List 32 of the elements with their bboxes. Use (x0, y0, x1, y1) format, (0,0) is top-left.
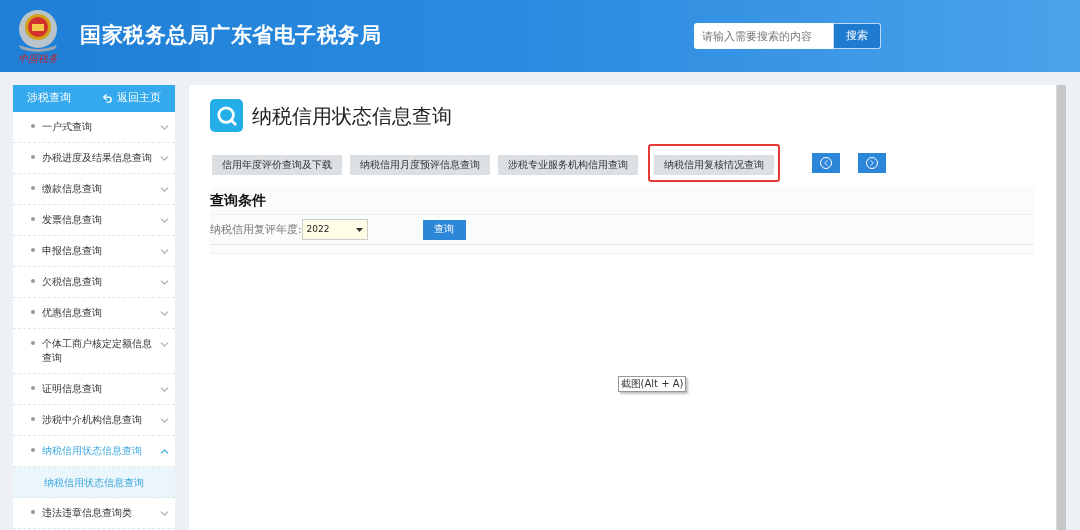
site-title: 国家税务总局广东省电子税务局 (80, 22, 382, 50)
sidebar-item[interactable]: 缴款信息查询 (13, 174, 175, 205)
next-button[interactable] (858, 153, 886, 173)
search-icon (210, 99, 243, 132)
sidebar-item[interactable]: 办税进度及结果信息查询 (13, 143, 175, 174)
sidebar-item[interactable]: 证明信息查询 (13, 374, 175, 405)
dropdown-caret-icon (355, 227, 363, 232)
sidebar-item[interactable]: 优惠信息查询 (13, 298, 175, 329)
sidebar-title: 涉税查询 (27, 90, 71, 107)
scrollbar[interactable] (1056, 85, 1066, 530)
tab[interactable]: 纳税信用月度预评信息查询 (350, 154, 490, 175)
query-button[interactable]: 查询 (422, 219, 466, 240)
page-title: 纳税信用状态信息查询 (252, 102, 452, 130)
sidebar-item[interactable]: 一户式查询 (13, 112, 175, 143)
year-dropdown[interactable]: 2022 (301, 219, 368, 240)
sidebar-item[interactable]: 个体工商户核定定额信息查询 (13, 329, 175, 374)
sidebar-item[interactable]: 申报信息查询 (13, 236, 175, 267)
section-title: 查询条件 (210, 190, 1034, 215)
tooltip: 截图(Alt + A) (617, 376, 687, 392)
tab[interactable]: 涉税专业服务机构信用查询 (498, 154, 638, 175)
logo-caption: 中国税务 (18, 52, 58, 64)
sidebar-item[interactable]: 发票信息查询 (13, 205, 175, 236)
tab[interactable]: 信用年度评价查询及下载 (212, 154, 342, 175)
field-label: 纳税信用复评年度: (210, 221, 302, 237)
search-button[interactable]: 搜索 (833, 23, 881, 49)
sidebar-item[interactable]: 涉税中介机构信息查询 (13, 405, 175, 436)
tab[interactable]: 纳税信用复核情况查询 (654, 154, 774, 175)
sidebar-item[interactable]: 欠税信息查询 (13, 267, 175, 298)
back-arrow-icon (102, 93, 113, 104)
sidebar-item[interactable]: 违法违章信息查询类 (13, 498, 175, 529)
search-field[interactable]: 请输入需要搜索的内容 (694, 23, 833, 49)
previous-button[interactable] (812, 153, 840, 173)
